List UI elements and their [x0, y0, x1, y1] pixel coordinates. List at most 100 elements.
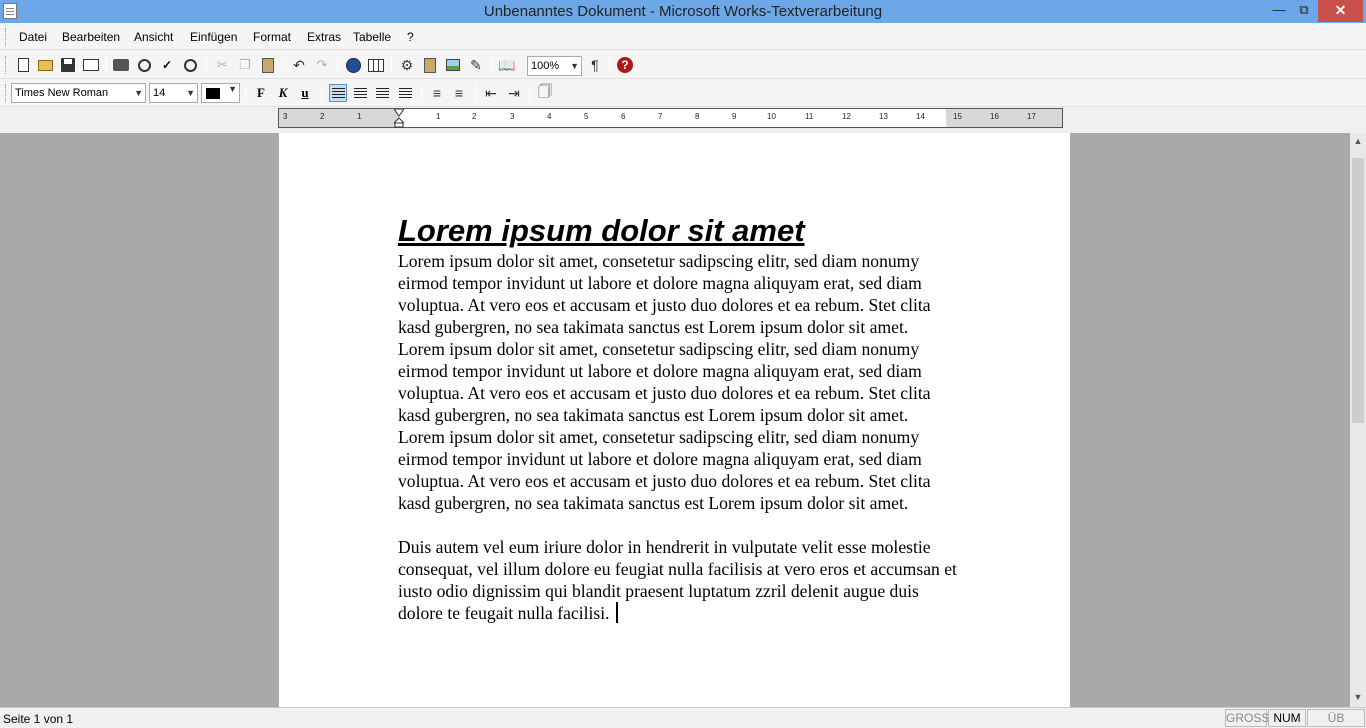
font-color-select[interactable]: ▼ [201, 83, 240, 103]
align-left-button[interactable] [329, 84, 347, 102]
menu-grip[interactable] [5, 28, 7, 46]
folder-open-icon [37, 59, 53, 71]
vertical-scrollbar[interactable]: ▲ ▼ [1350, 133, 1366, 707]
bold-button[interactable]: F [252, 84, 270, 102]
ruler-number: 5 [584, 112, 589, 121]
thesaurus-button[interactable] [181, 56, 199, 74]
toolbar-grip[interactable] [5, 56, 7, 74]
print-button[interactable] [112, 56, 130, 74]
toolbar-separator [609, 56, 610, 74]
help-icon: ? [617, 57, 633, 73]
toolbar-separator [245, 84, 246, 102]
paragraph-1: Lorem ipsum dolor sit amet, consetetur s… [398, 251, 931, 513]
ruler-number: 4 [547, 112, 552, 121]
ruler-number: 17 [1027, 112, 1036, 121]
menu-einfuegen[interactable]: Einfügen [190, 30, 237, 44]
ruler-number: 2 [472, 112, 477, 121]
insert-object-button[interactable]: ✎ [467, 56, 485, 74]
format-gallery-icon: 🗍 [538, 83, 552, 99]
menu-extras[interactable]: Extras [307, 30, 341, 44]
font-select[interactable]: Times New Roman ▼ [11, 83, 146, 103]
save-button[interactable] [59, 56, 77, 74]
font-value: Times New Roman [15, 87, 109, 99]
menu-help[interactable]: ? [407, 30, 414, 44]
menu-bearbeiten[interactable]: Bearbeiten [62, 30, 120, 44]
font-size-select[interactable]: 14 ▼ [149, 83, 198, 103]
numbering-button[interactable]: ≡ [450, 84, 468, 102]
print-preview-button[interactable] [135, 56, 153, 74]
ruler-right-margin [946, 109, 1062, 127]
menu-bar: Datei Bearbeiten Ansicht Einfügen Format… [0, 23, 1366, 50]
align-left-icon [331, 87, 345, 99]
insert-image-button[interactable] [444, 56, 462, 74]
insert-clipart-button[interactable] [421, 56, 439, 74]
undo-button[interactable]: ↶ [290, 56, 308, 74]
close-button[interactable]: ✕ [1318, 0, 1363, 22]
italic-icon: K [278, 85, 288, 100]
ruler-number: 10 [767, 112, 776, 121]
increase-indent-button[interactable]: ⇥ [505, 84, 523, 102]
undo-arrow-icon: ↶ [293, 56, 305, 73]
paste-button[interactable] [259, 56, 277, 74]
menu-format[interactable]: Format [253, 30, 291, 44]
menu-datei[interactable]: Datei [19, 30, 47, 44]
horizontal-ruler[interactable]: 3 2 1 1 2 3 4 5 6 7 8 9 10 11 12 13 14 1… [278, 108, 1063, 128]
toolbar-separator [321, 84, 322, 102]
toolbar-grip[interactable] [5, 84, 7, 102]
insert-chart-button[interactable]: ⚙ [398, 56, 416, 74]
ruler-left-margin [279, 109, 399, 127]
restore-button[interactable]: ⧉ [1290, 0, 1318, 22]
spell-check-icon: ✓ [161, 58, 173, 72]
italic-button[interactable]: K [274, 84, 292, 102]
ruler-number: 9 [732, 112, 737, 121]
status-bar: Seite 1 von 1 GROSS NUM ÜB [0, 707, 1366, 728]
align-right-button[interactable] [373, 84, 391, 102]
open-button[interactable] [36, 56, 54, 74]
menu-ansicht[interactable]: Ansicht [134, 30, 173, 44]
clipart-icon [424, 57, 436, 73]
columns-button[interactable]: 📖 [498, 56, 516, 74]
help-button[interactable]: ? [616, 56, 634, 74]
ruler-number: 11 [805, 112, 814, 121]
bullet-list-icon: ≡ [432, 85, 442, 101]
chart-insert-icon: ⚙ [400, 56, 414, 73]
decrease-indent-button[interactable]: ⇤ [482, 84, 500, 102]
copy-button[interactable]: ❐ [236, 56, 254, 74]
format-gallery-button[interactable]: 🗍 [536, 83, 554, 102]
justify-button[interactable] [396, 84, 414, 102]
menu-tabelle[interactable]: Tabelle [353, 30, 391, 44]
insert-table-button[interactable] [367, 56, 385, 74]
ruler-number: 15 [953, 112, 962, 121]
toolbar-separator [283, 56, 284, 74]
minimize-button[interactable]: — [1265, 0, 1293, 22]
globe-icon [345, 57, 361, 73]
app-window: Unbenanntes Dokument - Microsoft Works-T… [0, 0, 1366, 728]
align-center-button[interactable] [351, 84, 369, 102]
bullets-button[interactable]: ≡ [428, 84, 446, 102]
redo-button[interactable]: ↷ [313, 56, 331, 74]
toolbar-separator [475, 84, 476, 102]
redo-arrow-icon: ↷ [316, 57, 328, 72]
window-title: Unbenanntes Dokument - Microsoft Works-T… [483, 3, 883, 20]
indent-marker-icon[interactable] [394, 109, 404, 128]
table-icon [368, 58, 384, 72]
spell-check-button[interactable]: ✓ [158, 56, 176, 74]
paragraph-2: Duis autem vel eum iriure dolor in hendr… [398, 536, 958, 624]
address-book-button[interactable] [82, 56, 100, 74]
indent-icon: ⇥ [508, 84, 520, 101]
document-page[interactable]: Lorem ipsum dolor sit amet Lorem ipsum d… [279, 133, 1070, 707]
ruler-number: 1 [436, 112, 441, 121]
zoom-select[interactable]: 100% ▼ [527, 56, 582, 76]
underline-button[interactable]: u [296, 84, 314, 102]
align-center-icon [353, 87, 367, 99]
ruler-number: 12 [842, 112, 851, 121]
new-document-button[interactable] [14, 56, 32, 74]
web-button[interactable] [344, 56, 362, 74]
scroll-down-icon[interactable]: ▼ [1350, 689, 1366, 706]
new-document-icon [17, 58, 29, 72]
scroll-thumb[interactable] [1352, 158, 1364, 423]
cut-button[interactable]: ✂ [213, 56, 231, 74]
ruler-number: 7 [658, 112, 663, 121]
scroll-up-icon[interactable]: ▲ [1350, 133, 1366, 150]
show-formatting-button[interactable]: ¶ [586, 56, 604, 74]
